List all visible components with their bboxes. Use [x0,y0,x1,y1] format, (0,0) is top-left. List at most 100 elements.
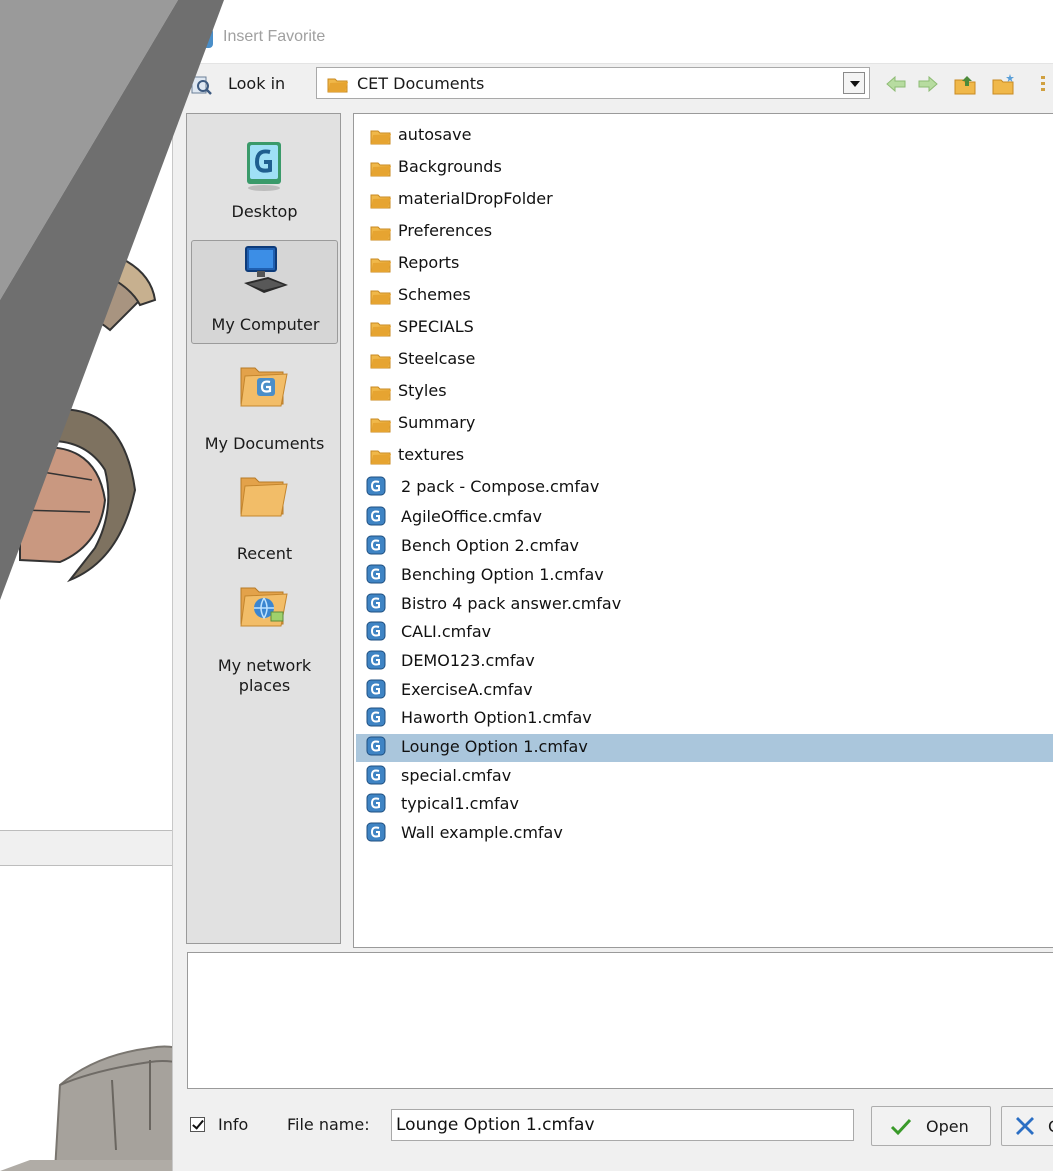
place-desktop[interactable]: Desktop [191,116,338,236]
folder-row[interactable]: materialDropFolder [356,186,1053,214]
place-my-computer[interactable]: My Computer [191,240,338,344]
look-in-value: CET Documents [357,74,485,93]
folder-row[interactable]: textures [356,442,1053,470]
folder-name: Reports [398,253,460,272]
cmfav-file-icon [366,650,386,670]
file-name: Benching Option 1.cmfav [401,565,604,584]
folder-row[interactable]: Preferences [356,218,1053,246]
chevron-down-icon[interactable] [843,72,865,94]
file-name: ExerciseA.cmfav [401,680,533,699]
folder-icon [370,322,391,337]
file-name: typical1.cmfav [401,794,519,813]
file-row[interactable]: CALI.cmfav [356,619,1053,647]
file-name: CALI.cmfav [401,622,492,641]
documents-folder-icon [240,367,288,407]
folder-row[interactable]: autosave [356,122,1053,150]
folder-name: Schemes [398,285,471,304]
cmfav-file-icon [366,506,386,526]
file-name: DEMO123.cmfav [401,651,535,670]
folder-row[interactable]: Styles [356,378,1053,406]
folder-name: SPECIALS [398,317,474,336]
folder-icon [370,258,391,273]
computer-icon [244,246,288,293]
file-row[interactable]: Bistro 4 pack answer.cmfav [356,591,1053,619]
cancel-button[interactable]: C [1001,1106,1053,1146]
file-name: Haworth Option1.cmfav [401,708,592,727]
folder-name: Steelcase [398,349,476,368]
file-name: Bistro 4 pack answer.cmfav [401,594,622,613]
new-folder-icon[interactable] [991,72,1017,96]
file-name: 2 pack - Compose.cmfav [401,477,600,496]
view-menu-icon[interactable] [1031,72,1053,96]
folder-name: Styles [398,381,447,400]
cmfav-file-icon [366,476,386,496]
file-row[interactable]: typical1.cmfav [356,791,1053,819]
close-icon [1016,1117,1034,1135]
cmfav-file-icon [366,621,386,641]
info-checkbox-label: Info [218,1115,249,1134]
recent-folder-icon [240,477,288,517]
cmfav-file-icon [366,736,386,756]
folder-icon [370,354,391,369]
file-name: Lounge Option 1.cmfav [401,737,588,756]
file-row[interactable]: special.cmfav [356,763,1053,791]
folder-row[interactable]: Summary [356,410,1053,438]
folder-name: autosave [398,125,472,144]
look-in-dropdown[interactable]: CET Documents [316,67,870,99]
file-list[interactable]: autosave Backgrounds materialDropFolder Pre… [353,113,1053,948]
place-my-documents[interactable]: My Documents [191,350,338,454]
file-row[interactable]: DEMO123.cmfav [356,648,1053,676]
info-checkbox[interactable] [190,1117,205,1132]
folder-name: Backgrounds [398,157,502,176]
file-row-selected[interactable]: Lounge Option 1.cmfav [356,734,1053,762]
folder-icon [327,78,348,93]
file-name-input[interactable] [391,1109,854,1141]
file-row[interactable]: Wall example.cmfav [356,820,1053,848]
place-recent[interactable]: Recent [191,460,338,564]
file-row[interactable]: Bench Option 2.cmfav [356,533,1053,561]
info-preview-pane [187,952,1053,1089]
file-row[interactable]: Haworth Option1.cmfav [356,705,1053,733]
cmfav-file-icon [366,822,386,842]
folder-up-icon[interactable] [953,72,979,96]
checkmark-icon [890,1118,912,1136]
file-row[interactable]: Benching Option 1.cmfav [356,562,1053,590]
places-bar: Desktop My Computer My Documents Recent … [186,113,341,944]
file-row[interactable]: AgileOffice.cmfav [356,504,1053,532]
file-name: AgileOffice.cmfav [401,507,542,526]
insert-favorite-dialog: Insert Favorite Look in CET Documents De… [172,14,1053,1171]
file-row[interactable]: 2 pack - Compose.cmfav [356,474,1053,502]
arrow-right-icon[interactable] [915,72,941,96]
dialog-title: Insert Favorite [223,28,326,45]
open-button[interactable]: Open [871,1106,991,1146]
cmfav-file-icon [366,593,386,613]
folder-row[interactable]: Schemes [356,282,1053,310]
file-name: Wall example.cmfav [401,823,563,842]
folder-name: Summary [398,413,476,432]
folder-row[interactable]: Steelcase [356,346,1053,374]
look-in-icon [191,76,212,95]
file-name-label: File name: [287,1115,370,1134]
arrow-left-icon[interactable] [883,72,909,96]
folder-icon [370,162,391,177]
folder-icon [370,130,391,145]
cancel-button-label: C [1048,1117,1053,1136]
folder-icon [370,290,391,305]
app-logo-icon [193,28,213,48]
folder-row[interactable]: Backgrounds [356,154,1053,182]
dialog-titlebar[interactable]: Insert Favorite [173,14,1053,64]
folder-row[interactable]: SPECIALS [356,314,1053,342]
place-label: My Documents [204,434,325,453]
file-name: Bench Option 2.cmfav [401,536,580,555]
place-label: Recent [236,544,293,563]
cmfav-file-icon [366,765,386,785]
look-in-label: Look in [228,74,286,93]
place-my-network[interactable]: My network places [191,570,338,696]
file-row[interactable]: ExerciseA.cmfav [356,677,1053,705]
folder-icon [370,386,391,401]
folder-row[interactable]: Reports [356,250,1053,278]
folder-name: textures [398,445,465,464]
cmfav-file-icon [366,564,386,584]
desktop-icon [247,142,281,191]
folder-icon [370,226,391,241]
